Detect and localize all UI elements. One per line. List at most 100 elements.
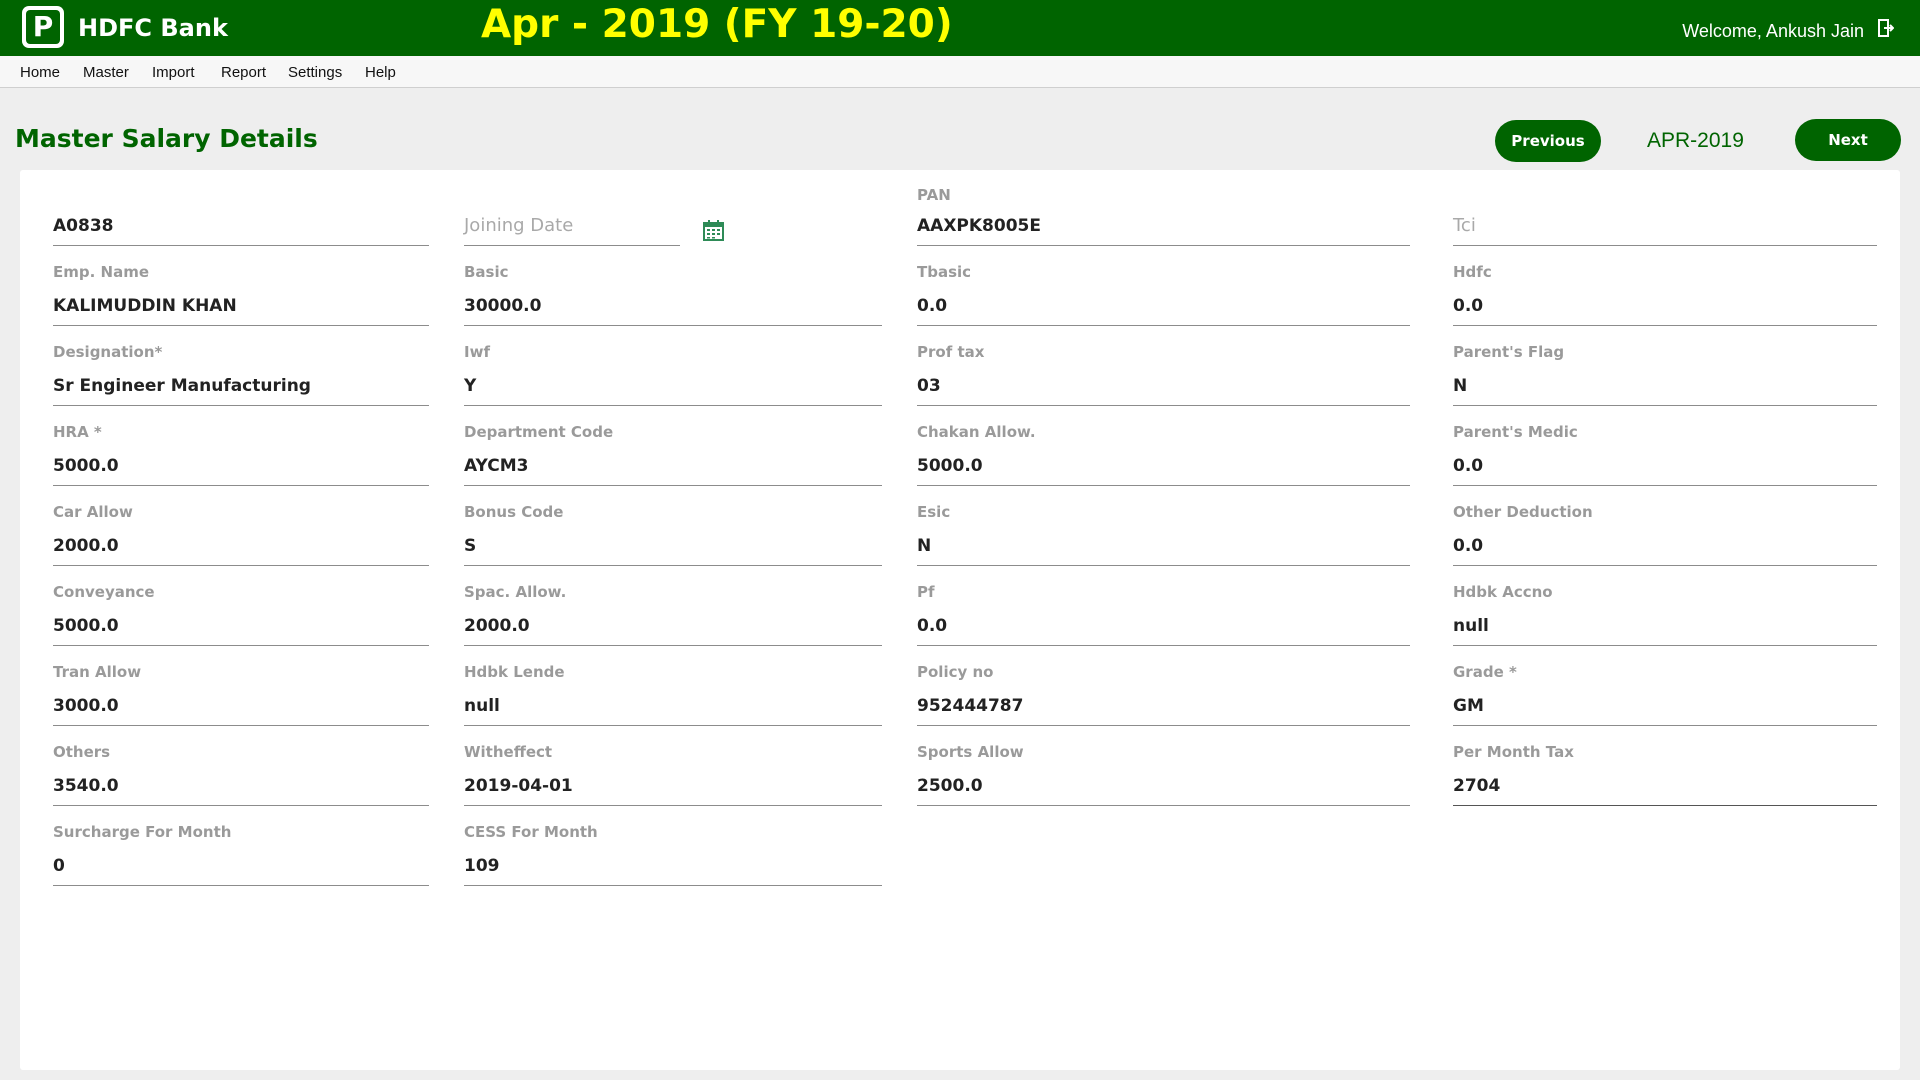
chakan-allow-value[interactable]: 5000.0	[917, 456, 983, 476]
tran-allow-field[interactable]: Tran Allow 3000.0	[53, 663, 429, 743]
field-underline	[464, 245, 680, 246]
bonus-code-field[interactable]: Bonus Code S	[464, 503, 882, 583]
esic-field[interactable]: Esic N	[917, 503, 1410, 583]
iwf-field[interactable]: Iwf Y	[464, 343, 882, 423]
others-value[interactable]: 3540.0	[53, 776, 119, 796]
emp-code-field[interactable]: A0838	[53, 183, 429, 263]
brand-name: HDFC Bank	[78, 14, 228, 42]
tbasic-field[interactable]: Tbasic 0.0	[917, 263, 1410, 343]
pf-label: Pf	[917, 583, 935, 601]
pan-value[interactable]: AAXPK8005E	[917, 216, 1041, 236]
menu-help[interactable]: Help	[365, 64, 396, 82]
car-allow-field[interactable]: Car Allow 2000.0	[53, 503, 429, 583]
prof-tax-field[interactable]: Prof tax 03	[917, 343, 1410, 423]
calendar-icon[interactable]	[703, 220, 724, 241]
spac-allow-value[interactable]: 2000.0	[464, 616, 530, 636]
iwf-label: Iwf	[464, 343, 490, 361]
sports-allow-field[interactable]: Sports Allow 2500.0	[917, 743, 1410, 823]
hdfc-value[interactable]: 0.0	[1453, 296, 1483, 316]
hdfc-field[interactable]: Hdfc 0.0	[1453, 263, 1877, 343]
joining-date-placeholder[interactable]: Joining Date	[464, 215, 573, 237]
menu-master[interactable]: Master	[83, 64, 129, 82]
surcharge-for-month-field[interactable]: Surcharge For Month 0	[53, 823, 429, 903]
parents-flag-field[interactable]: Parent's Flag N	[1453, 343, 1877, 423]
pf-value[interactable]: 0.0	[917, 616, 947, 636]
field-underline	[464, 885, 882, 886]
parents-flag-value[interactable]: N	[1453, 376, 1467, 396]
next-button[interactable]: Next	[1795, 119, 1901, 161]
menu-home[interactable]: Home	[20, 64, 60, 82]
menu-import[interactable]: Import	[152, 64, 195, 82]
esic-label: Esic	[917, 503, 951, 521]
department-code-field[interactable]: Department Code AYCM3	[464, 423, 882, 503]
hra-field[interactable]: HRA * 5000.0	[53, 423, 429, 503]
field-underline	[53, 565, 429, 566]
top-header-bar: P HDFC Bank Apr - 2019 (FY 19-20) Welcom…	[0, 0, 1920, 56]
previous-button[interactable]: Previous	[1495, 120, 1601, 162]
conveyance-field[interactable]: Conveyance 5000.0	[53, 583, 429, 663]
hdbk-accno-label: Hdbk Accno	[1453, 583, 1553, 601]
joining-date-field[interactable]: Joining Date	[464, 183, 680, 263]
emp-name-field[interactable]: Emp. Name KALIMUDDIN KHAN	[53, 263, 429, 343]
per-month-tax-value[interactable]: 2704	[1453, 776, 1500, 796]
basic-value[interactable]: 30000.0	[464, 296, 541, 316]
sports-allow-value[interactable]: 2500.0	[917, 776, 983, 796]
bonus-code-value[interactable]: S	[464, 536, 476, 556]
other-deduction-value[interactable]: 0.0	[1453, 536, 1483, 556]
financial-period-title: Apr - 2019 (FY 19-20)	[481, 2, 953, 47]
basic-field[interactable]: Basic 30000.0	[464, 263, 882, 343]
prof-tax-value[interactable]: 03	[917, 376, 941, 396]
parents-medic-label: Parent's Medic	[1453, 423, 1578, 441]
parents-medic-field[interactable]: Parent's Medic 0.0	[1453, 423, 1877, 503]
emp-code-value[interactable]: A0838	[53, 216, 113, 236]
cess-for-month-field[interactable]: CESS For Month 109	[464, 823, 882, 903]
department-code-label: Department Code	[464, 423, 614, 441]
cess-for-month-label: CESS For Month	[464, 823, 598, 841]
hdbk-accno-value[interactable]: null	[1453, 616, 1489, 636]
spac-allow-field[interactable]: Spac. Allow. 2000.0	[464, 583, 882, 663]
per-month-tax-field[interactable]: Per Month Tax 2704	[1453, 743, 1877, 823]
tran-allow-value[interactable]: 3000.0	[53, 696, 119, 716]
parents-medic-value[interactable]: 0.0	[1453, 456, 1483, 476]
policy-no-value[interactable]: 952444787	[917, 696, 1023, 716]
tci-placeholder[interactable]: Tci	[1453, 215, 1476, 237]
policy-no-label: Policy no	[917, 663, 994, 681]
car-allow-value[interactable]: 2000.0	[53, 536, 119, 556]
hdbk-lende-value[interactable]: null	[464, 696, 500, 716]
designation-field[interactable]: Designation* Sr Engineer Manufacturing	[53, 343, 429, 423]
tbasic-value[interactable]: 0.0	[917, 296, 947, 316]
pan-field[interactable]: PAN AAXPK8005E	[917, 183, 1410, 263]
department-code-value[interactable]: AYCM3	[464, 456, 528, 476]
logout-icon[interactable]	[1878, 19, 1894, 37]
field-underline	[917, 725, 1410, 726]
pf-field[interactable]: Pf 0.0	[917, 583, 1410, 663]
others-field[interactable]: Others 3540.0	[53, 743, 429, 823]
designation-value[interactable]: Sr Engineer Manufacturing	[53, 376, 311, 396]
menu-settings[interactable]: Settings	[288, 64, 342, 82]
other-deduction-field[interactable]: Other Deduction 0.0	[1453, 503, 1877, 583]
field-underline	[53, 405, 429, 406]
policy-no-field[interactable]: Policy no 952444787	[917, 663, 1410, 743]
iwf-value[interactable]: Y	[464, 376, 476, 396]
tci-field[interactable]: Tci	[1453, 183, 1877, 263]
welcome-user-text: Welcome, Ankush Jain	[1682, 21, 1864, 41]
grade-value[interactable]: GM	[1453, 696, 1484, 716]
esic-value[interactable]: N	[917, 536, 931, 556]
surcharge-for-month-label: Surcharge For Month	[53, 823, 232, 841]
grade-field[interactable]: Grade * GM	[1453, 663, 1877, 743]
field-underline	[464, 725, 882, 726]
logo-letter: P	[26, 10, 60, 44]
hdbk-lende-field[interactable]: Hdbk Lende null	[464, 663, 882, 743]
hra-value[interactable]: 5000.0	[53, 456, 119, 476]
witheffect-value[interactable]: 2019-04-01	[464, 776, 573, 796]
emp-name-value[interactable]: KALIMUDDIN KHAN	[53, 296, 237, 316]
menu-report[interactable]: Report	[221, 64, 266, 82]
witheffect-field[interactable]: Witheffect 2019-04-01	[464, 743, 882, 823]
hdbk-accno-field[interactable]: Hdbk Accno null	[1453, 583, 1877, 663]
parents-flag-label: Parent's Flag	[1453, 343, 1565, 361]
conveyance-value[interactable]: 5000.0	[53, 616, 119, 636]
surcharge-for-month-value[interactable]: 0	[53, 856, 65, 876]
conveyance-label: Conveyance	[53, 583, 155, 601]
cess-for-month-value[interactable]: 109	[464, 856, 500, 876]
chakan-allow-field[interactable]: Chakan Allow. 5000.0	[917, 423, 1410, 503]
